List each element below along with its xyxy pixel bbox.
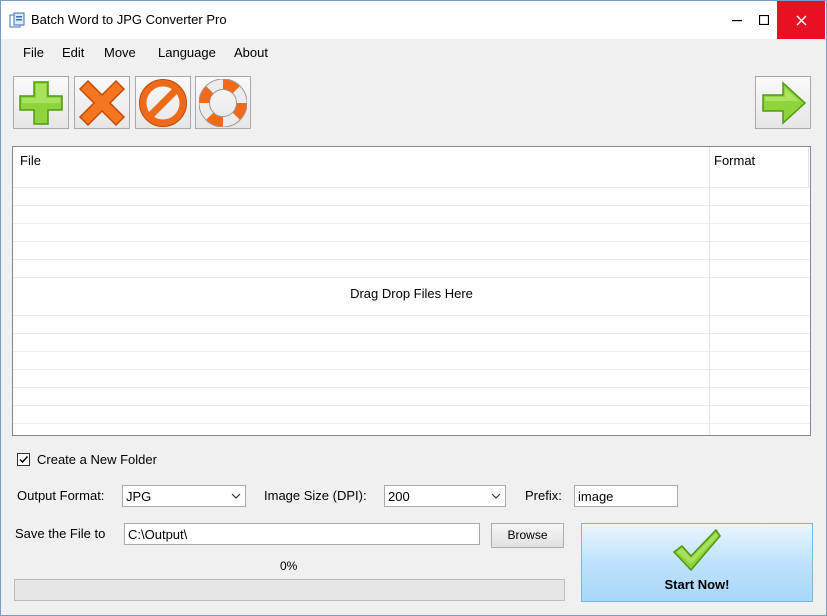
image-size-select[interactable]: 200 bbox=[384, 485, 506, 507]
chevron-down-icon bbox=[231, 493, 241, 499]
window-title: Batch Word to JPG Converter Pro bbox=[31, 12, 227, 27]
progress-percent: 0% bbox=[280, 559, 298, 573]
row-line bbox=[13, 405, 810, 406]
output-format-value: JPG bbox=[126, 489, 152, 504]
column-header-file[interactable]: File bbox=[20, 153, 41, 168]
output-format-select[interactable]: JPG bbox=[122, 485, 246, 507]
row-line bbox=[13, 277, 810, 278]
drop-files-hint: Drag Drop Files Here bbox=[350, 286, 473, 301]
prefix-label: Prefix: bbox=[525, 488, 562, 503]
remove-icon bbox=[78, 79, 126, 126]
prefix-input[interactable]: image bbox=[574, 485, 678, 507]
menu-about[interactable]: About bbox=[234, 45, 268, 60]
progress-bar bbox=[14, 579, 565, 601]
close-icon bbox=[796, 15, 806, 25]
row-line bbox=[13, 241, 810, 242]
next-arrow-icon bbox=[762, 80, 807, 125]
menu-edit[interactable]: Edit bbox=[62, 45, 84, 60]
add-files-button[interactable] bbox=[13, 76, 69, 129]
row-line bbox=[13, 369, 810, 370]
close-button[interactable] bbox=[777, 1, 825, 39]
prefix-value: image bbox=[578, 489, 614, 504]
start-now-label: Start Now! bbox=[664, 577, 730, 592]
row-line bbox=[13, 187, 810, 188]
clear-list-button[interactable] bbox=[135, 76, 191, 129]
row-line bbox=[13, 423, 810, 424]
image-size-label: Image Size (DPI): bbox=[264, 488, 367, 503]
create-folder-label[interactable]: Create a New Folder bbox=[37, 452, 157, 467]
checkmark-icon bbox=[19, 455, 29, 464]
row-line bbox=[13, 387, 810, 388]
minimize-icon bbox=[732, 20, 742, 22]
row-line bbox=[13, 333, 810, 334]
column-header-format[interactable]: Format bbox=[714, 153, 755, 168]
app-icon bbox=[9, 12, 25, 28]
file-list-header: File Format bbox=[13, 147, 810, 173]
create-folder-checkbox[interactable] bbox=[17, 453, 30, 466]
column-divider bbox=[808, 147, 809, 187]
row-line bbox=[13, 223, 810, 224]
chevron-down-icon bbox=[491, 493, 501, 499]
save-path-label: Save the File to bbox=[15, 526, 106, 541]
menu-bar: File Edit Move Language About bbox=[1, 39, 826, 65]
image-size-value: 200 bbox=[388, 489, 410, 504]
menu-file[interactable]: File bbox=[23, 45, 44, 60]
save-path-input[interactable]: C:\Output\ bbox=[124, 523, 480, 545]
file-list[interactable]: File Format Drag Drop Files Here bbox=[12, 146, 811, 436]
minimize-button[interactable] bbox=[723, 1, 751, 39]
next-button[interactable] bbox=[755, 76, 811, 129]
add-icon bbox=[19, 80, 63, 125]
checkmark-icon bbox=[672, 528, 721, 572]
remove-file-button[interactable] bbox=[74, 76, 130, 129]
browse-button[interactable]: Browse bbox=[491, 523, 564, 548]
clear-icon bbox=[139, 78, 187, 127]
menu-move[interactable]: Move bbox=[104, 45, 136, 60]
help-icon bbox=[199, 78, 247, 127]
row-line bbox=[13, 351, 810, 352]
maximize-icon bbox=[759, 15, 769, 25]
title-bar[interactable]: Batch Word to JPG Converter Pro bbox=[1, 1, 826, 39]
row-line bbox=[13, 315, 810, 316]
maximize-button[interactable] bbox=[751, 1, 777, 39]
start-now-button[interactable]: Start Now! bbox=[581, 523, 813, 602]
save-path-value: C:\Output\ bbox=[128, 527, 188, 542]
menu-language[interactable]: Language bbox=[158, 45, 216, 60]
row-line bbox=[13, 259, 810, 260]
app-window: Batch Word to JPG Converter Pro File Edi… bbox=[0, 0, 827, 616]
help-button[interactable] bbox=[195, 76, 251, 129]
output-format-label: Output Format: bbox=[17, 488, 105, 503]
row-line bbox=[13, 205, 810, 206]
